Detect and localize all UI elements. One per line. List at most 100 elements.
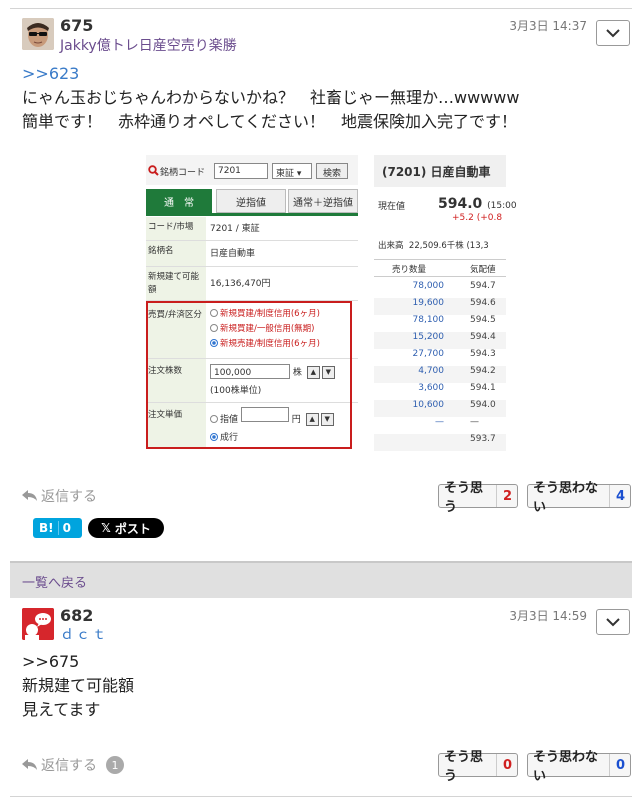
hatena-separator <box>57 521 59 535</box>
tab-normal-stop: 通常＋逆指値 <box>288 189 358 213</box>
user-avatar[interactable] <box>22 608 54 640</box>
quote-title: (7201) 日産自動車 <box>374 155 506 187</box>
disagree-count: 0 <box>615 757 625 773</box>
orderbook-price: 594.3 <box>470 349 496 359</box>
price-change: +5.2 (+0.8 <box>452 213 503 223</box>
search-button: 検索 <box>316 163 348 179</box>
vote-separator <box>609 754 610 776</box>
orderbook-qty: 4,700 <box>418 366 444 376</box>
order-tabs: 通 常 逆指値 通常＋逆指値 <box>146 189 358 213</box>
chevron-down-icon <box>606 617 620 626</box>
current-price-value: 594.0 <box>438 196 483 212</box>
row-value: 7201 / 東証 <box>210 224 260 234</box>
reply-button[interactable]: 返信する <box>22 486 97 506</box>
agree-button[interactable]: そう思う 0 <box>438 750 518 784</box>
post-line: 新規建て可能額 <box>22 676 135 695</box>
hatena-bookmark-button[interactable]: B! 0 <box>33 518 82 538</box>
orderbook-row: 78,100 594.5 <box>374 315 506 332</box>
reply-label: 返信する <box>41 489 97 505</box>
post-timestamp: 3月3日 14:59 <box>509 609 587 623</box>
orderbook-header: 売り数量 気配値 <box>374 259 506 277</box>
hatena-icon: B! <box>39 521 54 535</box>
post-timestamp: 3月3日 14:37 <box>509 19 587 33</box>
orderbook-qty: 19,600 <box>412 298 445 308</box>
row-value: 16,136,470円 <box>210 279 271 289</box>
agree-count: 2 <box>502 488 512 504</box>
bottom-divider <box>10 796 632 797</box>
agree-label: そう思う <box>444 750 484 784</box>
disagree-label: そう思わない <box>533 750 599 784</box>
agree-button[interactable]: そう思う 2 <box>438 481 518 515</box>
orderbook-qty: 27,700 <box>412 349 445 359</box>
orderbook-qty: — <box>435 417 444 427</box>
orderbook-row: 10,600 594.0 <box>374 400 506 417</box>
disagree-button[interactable]: そう思わない 4 <box>527 481 631 515</box>
reply-label: 返信する <box>41 758 97 774</box>
attached-image[interactable]: 銘柄コード 7201 東証 ▾ 検索 通 常 逆指値 通常＋逆指値 コード/市場… <box>146 155 517 451</box>
agree-count: 0 <box>502 757 512 773</box>
post-number: 675 <box>60 16 94 35</box>
orderbook-qty: 78,100 <box>412 315 445 325</box>
avatar-photo-icon <box>22 18 54 50</box>
post-menu-button[interactable] <box>596 609 630 635</box>
volume-label: 出来高 <box>378 241 404 251</box>
x-logo-icon: 𝕏 <box>101 521 111 535</box>
post-body: >>623 にゃん玉おじちゃんわからないかね？ 社畜じゃー無理か…wwwww 簡… <box>22 62 519 134</box>
current-price: 594.0 (15:00 <box>438 196 538 212</box>
current-price-block: 現在値 594.0 (15:00 +5.2 (+0.8 <box>378 196 517 223</box>
orderbook-price: 594.5 <box>470 315 496 325</box>
username-link[interactable]: ｄｃｔ <box>60 624 108 644</box>
reply-arrow-icon <box>22 490 37 501</box>
x-post-button[interactable]: 𝕏 ポスト <box>88 518 164 538</box>
search-bar: 銘柄コード 7201 東証 ▾ 検索 <box>146 155 358 185</box>
col-price: 気配値 <box>470 265 496 275</box>
row-buying-power: 新規建て可能額 16,136,470円 <box>146 267 358 301</box>
row-key: 新規建て可能額 <box>146 267 206 300</box>
chevron-down-icon <box>606 28 620 37</box>
post-line: にゃん玉おじちゃんわからないかね？ 社畜じゃー無理か…wwwww <box>22 88 520 107</box>
x-post-label: ポスト <box>114 521 151 536</box>
orderbook-row: 593.7 <box>374 434 506 451</box>
quote-panel: (7201) 日産自動車 現在値 594.0 (15:00 +5.2 (+0.8… <box>374 155 517 451</box>
vote-separator <box>496 754 497 776</box>
disagree-count: 4 <box>615 488 625 504</box>
current-price-label: 現在値 <box>378 202 406 212</box>
post-number: 682 <box>60 606 94 625</box>
row-code-market: コード/市場 7201 / 東証 <box>146 217 358 241</box>
orderbook-price: 594.2 <box>470 366 496 376</box>
row-name: 銘柄名 日産自動車 <box>146 241 358 267</box>
tab-stop: 逆指値 <box>216 189 286 213</box>
vote-separator <box>609 485 610 507</box>
code-label: 銘柄コード <box>160 168 206 178</box>
orderbook-qty: 3,600 <box>418 383 444 393</box>
search-icon <box>148 165 159 176</box>
row-key: コード/市場 <box>146 217 206 240</box>
red-highlight-box <box>146 301 352 449</box>
hatena-count: 0 <box>62 521 71 535</box>
orderbook-row: 15,200 594.4 <box>374 332 506 349</box>
post-body: >>675 新規建て可能額 見えてます <box>22 650 134 722</box>
market-select-value: 東証 <box>276 169 295 179</box>
username-link[interactable]: Jakky億トレ日産空売り楽勝 <box>60 35 237 55</box>
orderbook-price: 593.7 <box>470 434 496 444</box>
reply-button[interactable]: 返信する 1 <box>22 755 124 775</box>
reply-anchor-link[interactable]: >>675 <box>22 650 134 674</box>
reply-arrow-icon <box>22 759 37 770</box>
avatar-chat-icon <box>22 608 54 640</box>
orderbook-qty: 15,200 <box>412 332 445 342</box>
col-sell-qty: 売り数量 <box>392 265 427 275</box>
user-avatar[interactable] <box>22 18 54 50</box>
back-to-list-link[interactable]: 一覧へ戻る <box>22 572 87 591</box>
vote-separator <box>496 485 497 507</box>
market-select: 東証 ▾ <box>272 163 312 179</box>
row-key: 銘柄名 <box>146 241 206 266</box>
reply-anchor-link[interactable]: >>623 <box>22 62 519 86</box>
volume-value: 22,509.6千株 (13,3 <box>408 241 489 251</box>
post-menu-button[interactable] <box>596 20 630 46</box>
orderbook-row: 78,000 594.7 <box>374 281 506 298</box>
volume-row: 出来高 22,509.6千株 (13,3 <box>378 239 506 251</box>
orderbook-price: 594.0 <box>470 400 496 410</box>
orderbook-row: 19,600 594.6 <box>374 298 506 315</box>
reply-count-badge: 1 <box>106 756 124 774</box>
disagree-button[interactable]: そう思わない 0 <box>527 750 631 784</box>
